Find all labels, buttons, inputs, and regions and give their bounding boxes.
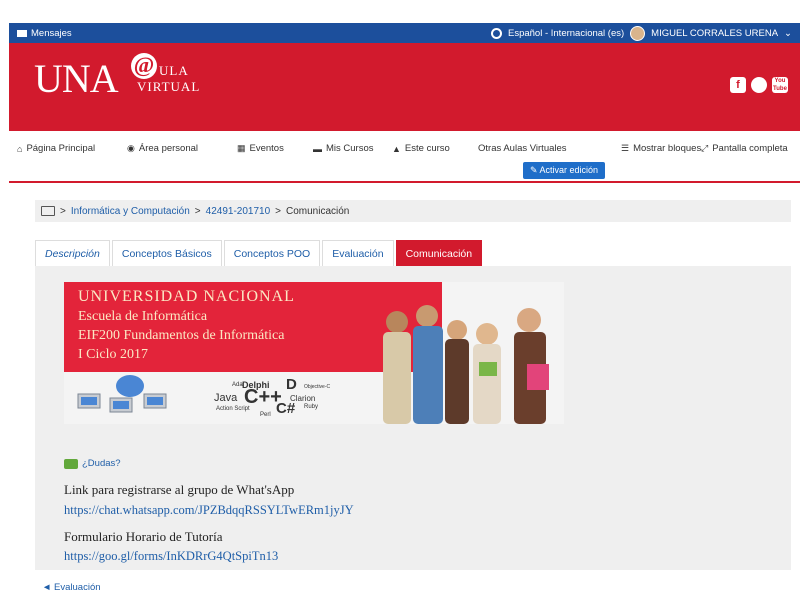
activate-edit-label: Activar edición <box>539 165 599 175</box>
social-links: f You Tube <box>730 77 788 93</box>
word-csharp: C# <box>276 400 296 417</box>
breadcrumb-separator: > <box>60 205 66 217</box>
tab-content-panel: UNIVERSIDAD NACIONAL Escuela de Informát… <box>35 266 791 570</box>
computers-illustration <box>77 375 167 413</box>
chat-bubble-icon <box>64 458 78 469</box>
logo-una[interactable]: UNA <box>34 55 119 102</box>
word-ruby: Ruby <box>304 404 319 410</box>
tab-comunicacion[interactable]: Comunicación <box>395 240 483 266</box>
web-icon[interactable] <box>751 77 767 93</box>
word-objective-c: Objective-C <box>304 384 331 390</box>
activate-edit-button[interactable]: ✎ Activar edición <box>523 162 605 179</box>
word-ada: Ada <box>232 382 243 388</box>
nav-this-course-label: Este curso <box>404 143 450 154</box>
expand-icon: ⤢ <box>701 143 709 153</box>
breadcrumb-current: Comunicación <box>286 205 350 217</box>
students-photo <box>383 305 549 424</box>
forum-link-label: ¿Dudas? <box>82 458 121 469</box>
tab-evaluacion[interactable]: Evaluación <box>322 240 394 266</box>
nav-personal[interactable]: ◉ Área personal <box>127 143 198 154</box>
show-blocks-label: Mostrar bloques <box>633 143 702 154</box>
courses-icon: ▬ <box>313 143 322 154</box>
messages-label: Mensajes <box>31 27 72 39</box>
breadcrumb-course[interactable]: 42491-201710 <box>206 206 271 217</box>
home-icon: ⌂ <box>17 143 23 154</box>
breadcrumb-separator: > <box>275 205 281 217</box>
banner-line-4: I Ciclo 2017 <box>78 347 148 362</box>
logo-at: @ <box>131 53 157 79</box>
tutoria-heading: Formulario Horario de Tutoría <box>64 529 223 544</box>
logo-ula: ULA <box>159 63 189 78</box>
word-action-script: Action Script <box>216 406 250 412</box>
dashboard-icon: ◉ <box>127 143 135 153</box>
nav-my-courses[interactable]: ▬ Mis Cursos <box>313 143 374 154</box>
main-navigation: ⌂ Página Principal ◉ Área personal ▦ Eve… <box>9 131 800 183</box>
user-menu[interactable]: MIGUEL CORRALES URENA <box>651 28 778 39</box>
top-bar: Mensajes Español - Internacional (es) MI… <box>9 23 800 43</box>
breadcrumb-category[interactable]: Informática y Computación <box>71 206 190 217</box>
nav-other-label: Otras Aulas Virtuales <box>478 143 567 154</box>
breadcrumb: > Informática y Computación > 42491-2017… <box>35 200 791 222</box>
course-banner-image: UNIVERSIDAD NACIONAL Escuela de Informát… <box>64 282 564 424</box>
site-banner: UNA @ ULA VIRTUAL f You Tube <box>9 43 800 131</box>
nav-other-classrooms[interactable]: Otras Aulas Virtuales <box>478 143 567 154</box>
blocks-icon: ☰ <box>621 143 630 153</box>
avatar[interactable] <box>630 25 646 41</box>
nav-home[interactable]: ⌂ Página Principal <box>17 143 95 154</box>
tab-conceptos-basicos[interactable]: Conceptos Básicos <box>111 240 222 266</box>
previous-section-link[interactable]: ◄ Evaluación <box>42 582 101 592</box>
word-d: D <box>286 376 297 393</box>
whatsapp-heading: Link para registrarse al grupo de What's… <box>64 482 295 497</box>
nav-events[interactable]: ▦ Eventos <box>237 143 284 154</box>
edit-icon: ✎ <box>529 165 538 175</box>
sitemap-icon: ▲ <box>392 143 401 154</box>
tab-conceptos-poo[interactable]: Conceptos POO <box>223 240 321 266</box>
course-tabs: Descripción Conceptos Básicos Conceptos … <box>35 240 484 266</box>
nav-my-courses-label: Mis Cursos <box>326 143 374 154</box>
language-selector[interactable]: Español - Internacional (es) <box>508 28 624 39</box>
banner-line-1: UNIVERSIDAD NACIONAL <box>78 288 295 305</box>
show-blocks-button[interactable]: ☰ Mostrar bloques <box>621 143 701 154</box>
calendar-icon: ▦ <box>237 143 246 153</box>
nav-events-label: Eventos <box>249 143 284 154</box>
fullscreen-label: Pantalla completa <box>712 143 788 154</box>
logo-virtual: VIRTUAL <box>137 79 201 94</box>
breadcrumb-separator: > <box>194 205 201 217</box>
chevron-down-icon[interactable]: ⌄ <box>784 28 792 39</box>
messages-link[interactable]: Mensajes <box>17 28 72 39</box>
facebook-icon[interactable]: f <box>730 77 746 93</box>
globe-icon <box>490 27 502 39</box>
folder-icon <box>41 206 55 216</box>
envelope-icon <box>17 29 27 37</box>
forum-link[interactable]: ¿Dudas? <box>64 458 121 469</box>
word-java: Java <box>214 392 238 404</box>
banner-line-3: EIF200 Fundamentos de Informática <box>78 328 285 343</box>
tutoria-link[interactable]: https://goo.gl/forms/InKDRrG4QtSpiTn13 <box>64 549 278 564</box>
banner-line-2: Escuela de Informática <box>78 309 208 324</box>
word-perl: Perl <box>260 412 271 418</box>
fullscreen-button[interactable]: ⤢ Pantalla completa <box>701 143 788 154</box>
whatsapp-link[interactable]: https://chat.whatsapp.com/JPZBdqqRSSYLTw… <box>64 503 354 518</box>
nav-personal-label: Área personal <box>138 143 199 154</box>
nav-home-label: Página Principal <box>26 143 96 154</box>
nav-this-course[interactable]: ▲ Este curso <box>392 143 450 154</box>
tab-descripcion[interactable]: Descripción <box>35 240 110 266</box>
youtube-icon[interactable]: You Tube <box>772 77 788 93</box>
